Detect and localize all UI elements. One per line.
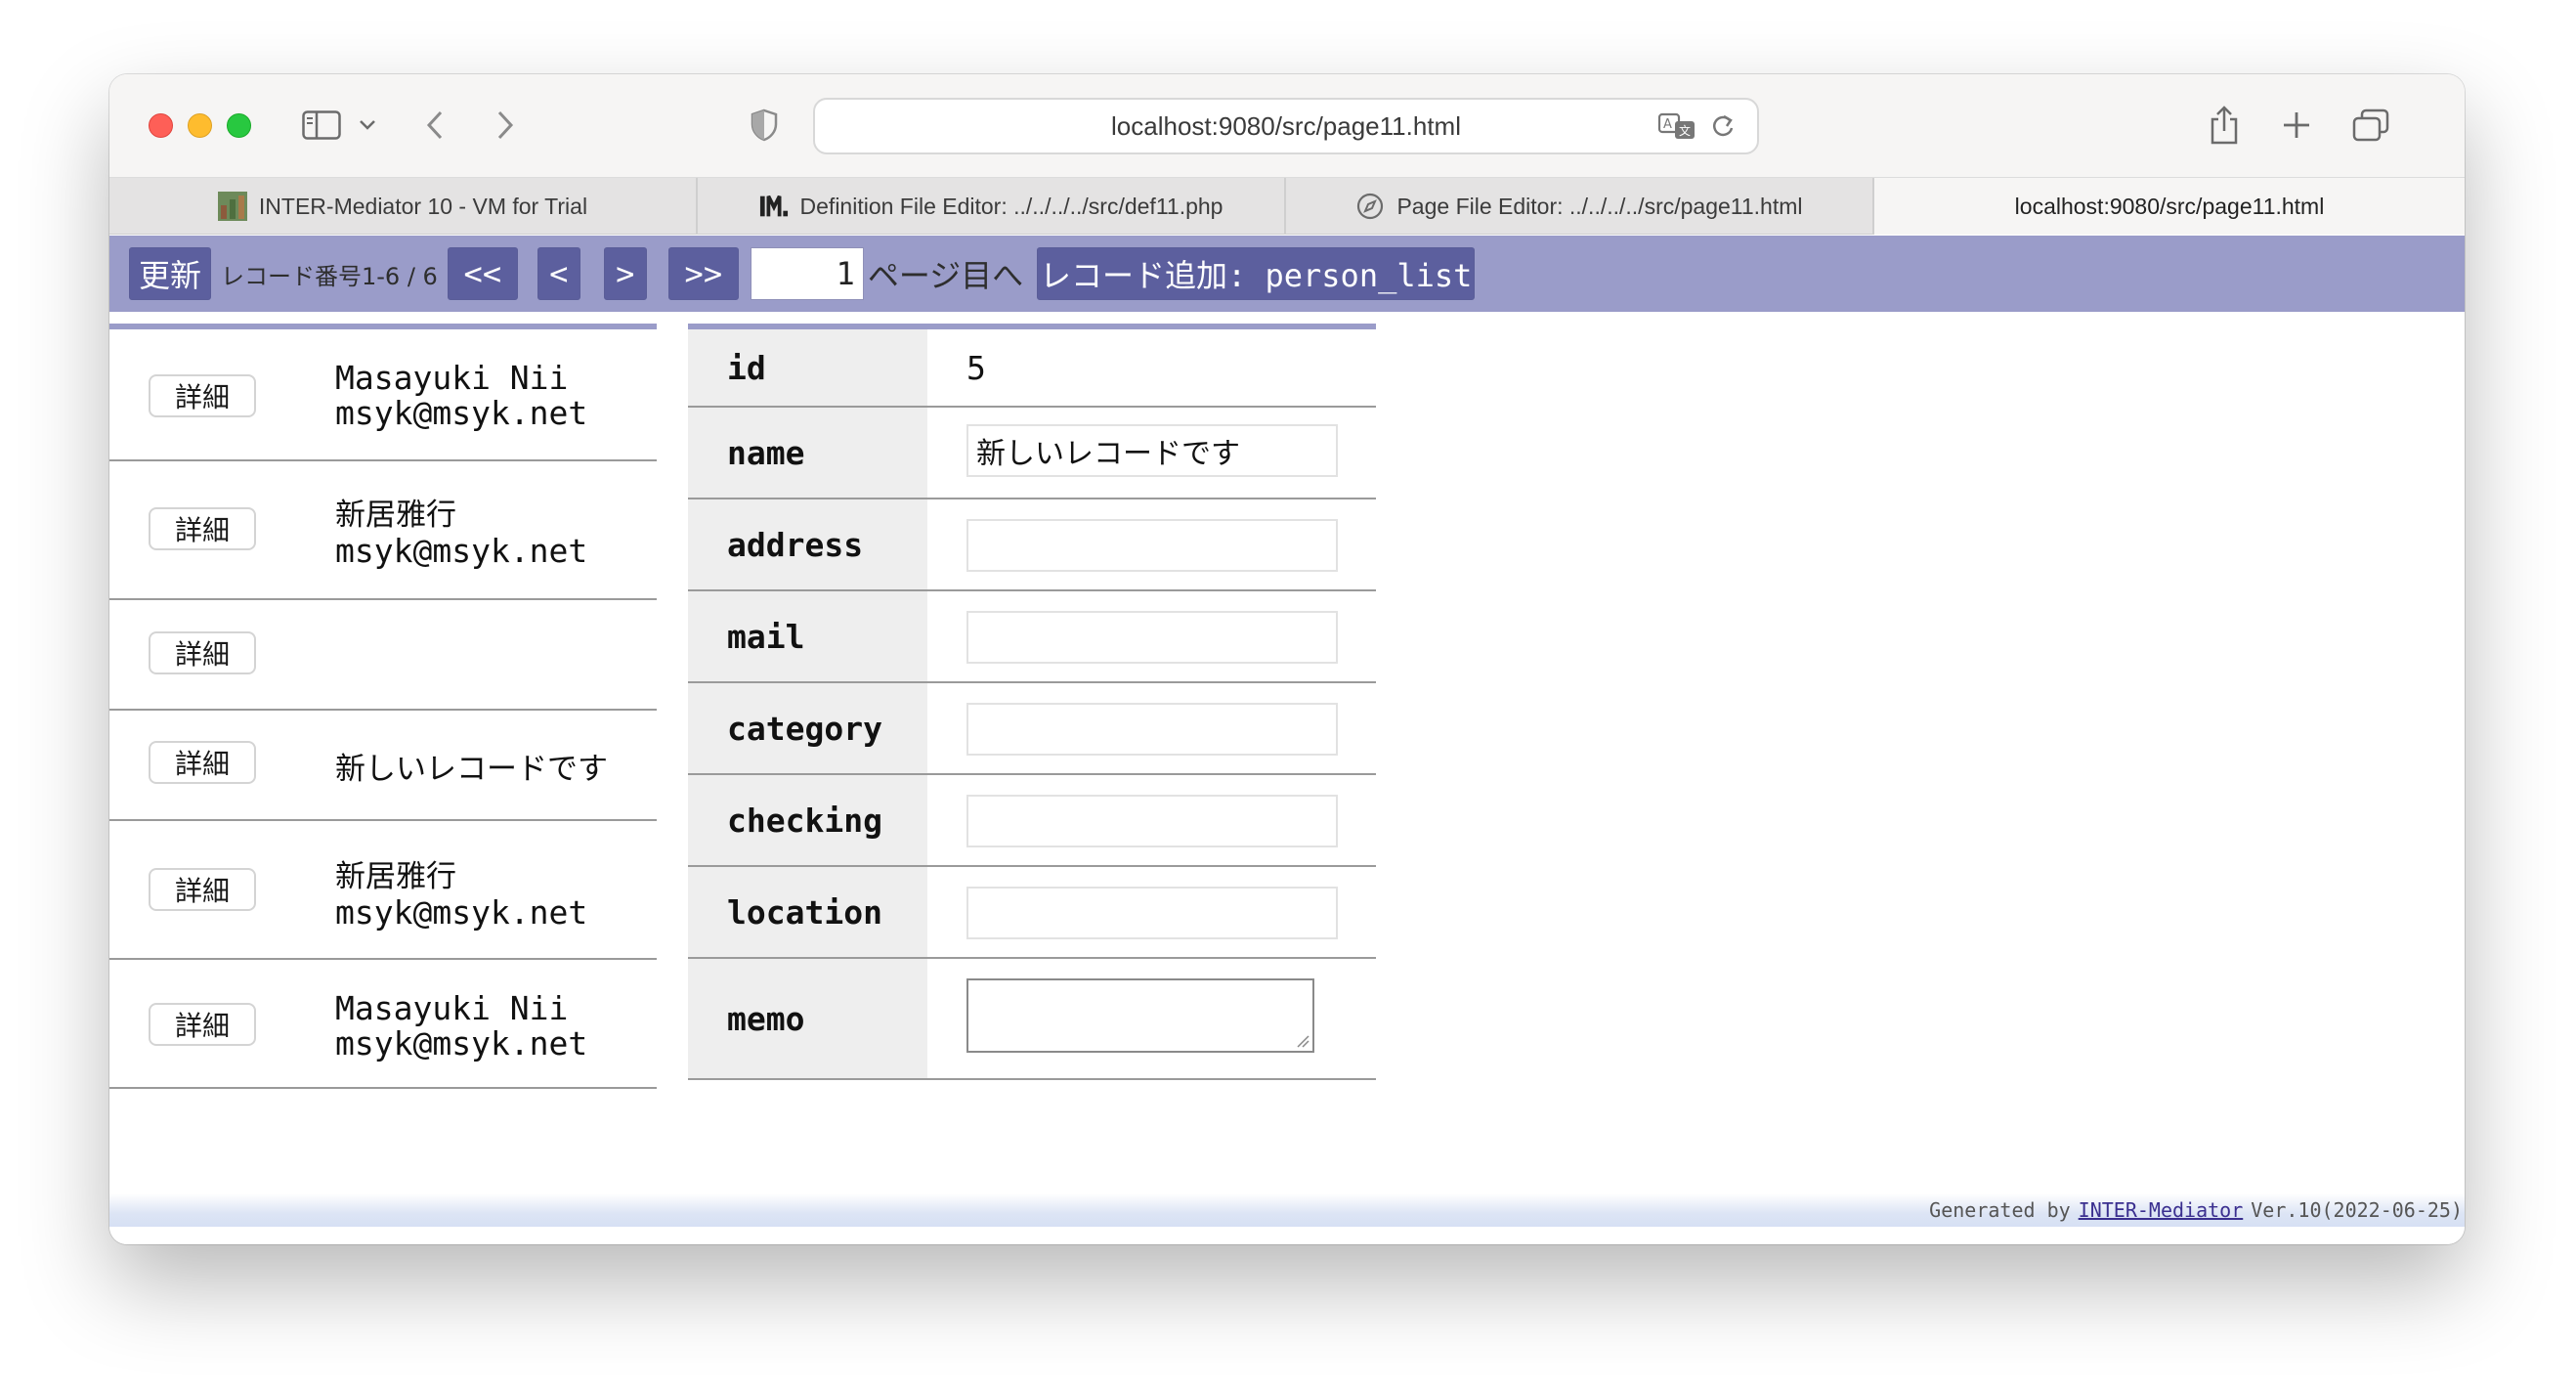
compass-icon [1355,192,1385,221]
last-page-button[interactable]: >> [667,247,739,300]
list-item: 詳細 新しいレコードです [109,711,657,821]
record-info: レコード番号1-6 / 6 [221,262,438,290]
checking-field[interactable] [966,795,1338,847]
svg-text:文: 文 [1679,123,1691,138]
chevron-down-icon[interactable] [356,102,379,149]
row-mail: msyk@msyk.net [335,532,588,570]
category-field[interactable] [966,703,1338,756]
detail-row-name: name 新しいレコードです [688,408,1376,499]
browser-toolbar: localhost:9080/src/page11.html A文 [109,74,2465,178]
tab-page-editor[interactable]: Page File Editor: ../../../../src/page11… [1286,178,1874,235]
address-field[interactable] [966,519,1338,572]
app-favicon-icon [217,192,247,221]
next-page-button[interactable]: > [603,247,647,300]
sidebar-toggle-icon[interactable] [299,102,344,149]
resize-grip-icon[interactable] [1296,1034,1309,1048]
refresh-button[interactable]: 更新 [129,247,211,300]
mail-field[interactable] [966,611,1338,664]
detail-row-memo: memo [688,959,1376,1080]
record-detail-table: id 5 name 新しいレコードです address mail categor… [688,324,1376,1080]
list-item: 詳細 新居雅行 msyk@msyk.net [109,461,657,600]
detail-row-category: category [688,683,1376,775]
detail-row-id: id 5 [688,329,1376,408]
close-window-button[interactable] [149,113,173,138]
field-label: name [688,408,927,498]
id-value: 5 [966,349,986,387]
list-item: 詳細 新居雅行 msyk@msyk.net [109,821,657,960]
page-content: 更新 レコード番号1-6 / 6 << < > >> 1 ページ目へ レコード追… [109,236,2465,1244]
field-label: address [688,499,927,589]
share-icon[interactable] [2205,102,2244,149]
detail-button[interactable]: 詳細 [149,1003,256,1046]
forward-arrow-icon[interactable] [491,102,520,149]
tab-current-page[interactable]: localhost:9080/src/page11.html [1874,178,2465,235]
list-item: 詳細 Masayuki Nii msyk@msyk.net [109,960,657,1089]
detail-button[interactable]: 詳細 [149,507,256,550]
previous-page-button[interactable]: < [537,247,580,300]
field-label: memo [688,959,927,1078]
page-goto-label: ページ目へ [867,257,1024,294]
url-text: localhost:9080/src/page11.html [1111,110,1461,141]
footer-prefix: Generated by [1929,1198,2071,1222]
tab-label: INTER-Mediator 10 - VM for Trial [258,193,588,219]
translate-icon[interactable]: A文 [1657,111,1696,148]
location-field[interactable] [966,887,1338,939]
browser-window: localhost:9080/src/page11.html A文 INTER-… [109,74,2465,1244]
row-name: Masayuki Nii [335,989,569,1027]
field-label: id [688,329,927,406]
field-label: checking [688,775,927,865]
tab-label: Definition File Editor: ../../../../src/… [799,193,1224,219]
page-footer: Generated by INTER-Mediator Ver.10(2022-… [109,1193,2465,1227]
tab-definition-editor[interactable]: Definition File Editor: ../../../../src/… [698,178,1286,235]
page-number-input[interactable]: 1 [750,247,864,300]
row-name: 新居雅行 [335,498,456,533]
detail-button[interactable]: 詳細 [149,374,256,417]
detail-button[interactable]: 詳細 [149,868,256,911]
field-label: mail [688,591,927,681]
row-mail: msyk@msyk.net [335,893,588,932]
row-name: 新しいレコードです [335,752,608,787]
row-name: Masayuki Nii [335,359,569,397]
row-name: 新居雅行 [335,859,456,894]
record-navigation-bar: 更新 レコード番号1-6 / 6 << < > >> 1 ページ目へ レコード追… [109,236,2465,312]
svg-text:A: A [1663,117,1672,132]
zoom-window-button[interactable] [227,113,251,138]
row-mail: msyk@msyk.net [335,394,588,432]
add-record-button[interactable]: レコード追加: person_list [1037,247,1476,300]
detail-button[interactable]: 詳細 [149,741,256,784]
field-label: location [688,867,927,957]
im-logo-icon [759,192,789,221]
detail-row-checking: checking [688,775,1376,867]
privacy-shield-icon[interactable] [747,102,782,149]
record-list: 詳細 Masayuki Nii msyk@msyk.net 詳細 新居雅行 ms… [109,324,657,1089]
name-field[interactable]: 新しいレコードです [966,424,1338,477]
address-bar[interactable]: localhost:9080/src/page11.html A文 [813,98,1759,154]
row-mail: msyk@msyk.net [335,1024,588,1063]
intermediator-link[interactable]: INTER-Mediator [2079,1198,2244,1222]
detail-row-location: location [688,867,1376,959]
list-item: 詳細 [109,600,657,711]
field-label: category [688,683,927,773]
tab-overview-icon[interactable] [2349,102,2392,149]
minimize-window-button[interactable] [188,113,212,138]
list-item: 詳細 Masayuki Nii msyk@msyk.net [109,329,657,461]
footer-version: Ver.10(2022-06-25) [2251,1198,2463,1222]
first-page-button[interactable]: << [447,247,518,300]
tab-intermediator-vm[interactable]: INTER-Mediator 10 - VM for Trial [109,178,698,235]
detail-row-address: address [688,499,1376,591]
memo-textarea[interactable] [966,978,1314,1053]
tab-label: localhost:9080/src/page11.html [2014,193,2325,219]
reload-icon[interactable] [1710,112,1736,147]
tab-label: Page File Editor: ../../../../src/page11… [1396,193,1803,219]
tab-bar: INTER-Mediator 10 - VM for Trial Definit… [109,178,2465,235]
detail-button[interactable]: 詳細 [149,631,256,674]
detail-row-mail: mail [688,591,1376,683]
back-arrow-icon[interactable] [420,102,450,149]
new-tab-plus-icon[interactable] [2277,102,2316,149]
